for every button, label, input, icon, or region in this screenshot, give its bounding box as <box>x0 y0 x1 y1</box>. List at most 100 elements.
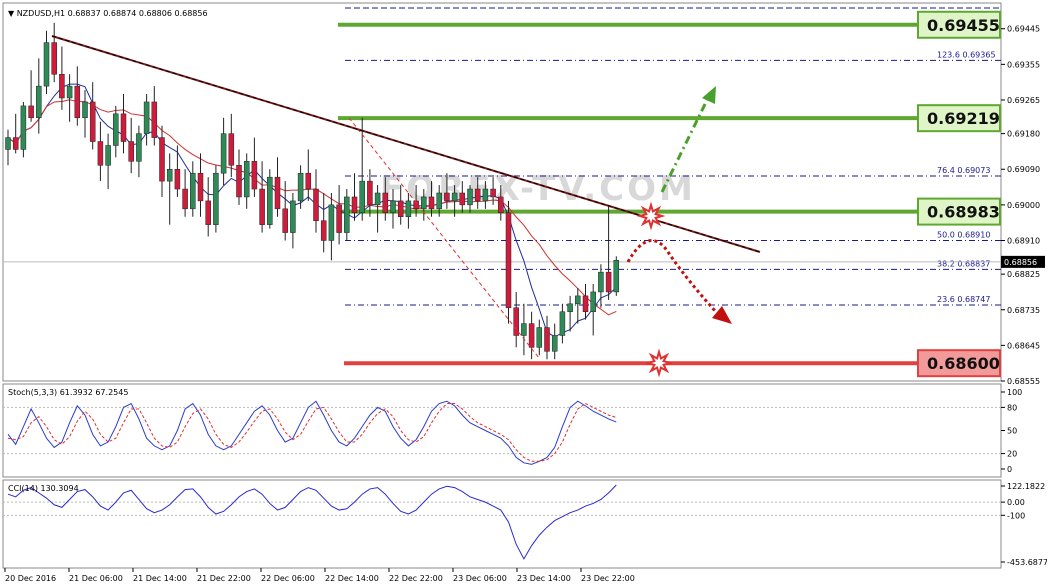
stoch-title: Stoch(5,3,3) 61.3932 67.2545 <box>8 388 128 397</box>
candle-body <box>190 172 196 210</box>
candle-body <box>205 200 211 225</box>
candle-body <box>498 196 504 214</box>
candle <box>505 200 512 324</box>
candle-body <box>320 220 327 241</box>
x-tick-label: 22 Dec 06:00 <box>261 574 315 583</box>
candle-body <box>521 323 527 336</box>
x-tick-label: 21 Dec 06:00 <box>69 574 123 583</box>
price-tick-label: 0.68735 <box>1007 306 1040 315</box>
candle-body <box>166 168 173 182</box>
candle-body <box>575 295 581 305</box>
candle-body <box>428 196 435 210</box>
candle-body <box>421 196 427 210</box>
cci-tick-label: -453.6877 <box>1007 558 1047 567</box>
current-price-label: 0.68856 <box>1004 258 1037 267</box>
price-tick-label: 0.69445 <box>1007 25 1040 34</box>
price-tick-label: 0.68825 <box>1007 270 1040 279</box>
stoch-tick-label: 20 <box>1007 450 1017 459</box>
burst-marker-support <box>644 348 674 378</box>
stoch-tick-label: 50 <box>1007 427 1017 436</box>
candle <box>213 165 219 233</box>
candle-body <box>128 141 134 162</box>
candle-body <box>36 85 42 119</box>
fib-label: 50.0 0.68910 <box>937 230 990 239</box>
price-tick-label: 0.68555 <box>1007 377 1040 386</box>
candle-body <box>544 327 550 352</box>
candle-body <box>89 101 96 142</box>
stoch-tick-label: 80 <box>1007 403 1017 412</box>
price-tick-label: 0.69000 <box>1007 201 1040 210</box>
candle-body <box>351 196 358 214</box>
candle-body <box>590 291 596 312</box>
candle-body <box>182 188 188 210</box>
candle-body <box>390 200 396 214</box>
price-tick-label: 0.68645 <box>1007 341 1040 350</box>
candle-body <box>336 204 342 233</box>
candle-body <box>259 188 265 225</box>
fib-label: 23.6 0.68747 <box>937 295 990 304</box>
level-label-0.68600: 0.68600 <box>927 354 1000 373</box>
x-tick-label: 21 Dec 22:00 <box>197 574 251 583</box>
candle-body <box>344 196 350 233</box>
candle-body <box>444 192 450 202</box>
x-tick-label: 22 Dec 14:00 <box>325 574 379 583</box>
level-label-0.69455: 0.69455 <box>927 16 1000 35</box>
stoch-panel-frame <box>2 383 1002 478</box>
candle-body <box>197 172 204 202</box>
level-label-0.69219: 0.69219 <box>927 109 1000 128</box>
candle-body <box>243 161 250 198</box>
candle-body <box>74 85 81 119</box>
candle-body <box>105 145 111 166</box>
cci-tick-label: 0.00 <box>1007 498 1025 507</box>
candle-body <box>313 188 319 221</box>
x-tick-label: 20 Dec 2016 <box>5 574 56 583</box>
candle-body <box>490 188 496 198</box>
candle-body <box>482 188 489 202</box>
price-tick-label: 0.69090 <box>1007 165 1040 174</box>
x-tick-label: 23 Dec 22:00 <box>581 574 635 583</box>
x-tick-label: 23 Dec 06:00 <box>453 574 507 583</box>
candle-body <box>467 188 473 206</box>
candle-body <box>151 101 158 138</box>
candle-body <box>559 311 566 336</box>
candle-body <box>459 192 466 206</box>
candle-body <box>382 192 389 214</box>
candle-body <box>536 327 543 348</box>
candle-body <box>582 295 589 312</box>
candle-body <box>120 113 127 142</box>
candle-body <box>405 200 412 217</box>
candle-body <box>282 208 288 233</box>
chart-header: ▼ NZDUSD,H1 0.68837 0.68874 0.68806 0.68… <box>8 9 208 18</box>
candle-body <box>367 180 373 206</box>
candle-body <box>551 335 558 352</box>
forex-chart[interactable]: FOREX-TV.COM 0.69445 0.69355 0.69265 0.69180… <box>0 0 1047 588</box>
stoch-tick-label: 100 <box>1007 388 1022 397</box>
x-tick-label: 21 Dec 14:00 <box>133 574 187 583</box>
x-tick-label: 22 Dec 22:00 <box>389 574 443 583</box>
price-tick-label: 0.69355 <box>1007 60 1040 69</box>
candle <box>344 189 350 241</box>
candle-body <box>251 161 258 190</box>
candle-body <box>174 168 181 190</box>
x-tick-label: 23 Dec 14:00 <box>517 574 571 583</box>
candle-body <box>20 105 27 150</box>
candle-body <box>505 212 512 309</box>
candle-body <box>451 192 458 202</box>
candle-body <box>97 141 104 166</box>
candle-body <box>397 200 404 217</box>
candle-body <box>59 73 65 99</box>
candle-body <box>290 200 296 233</box>
candle-body <box>51 42 57 75</box>
burst-marker-resistance <box>636 201 666 231</box>
stoch-tick-label: 0 <box>1007 465 1012 474</box>
candle <box>20 101 27 158</box>
candle-body <box>66 85 73 99</box>
candle <box>267 169 273 229</box>
candle-body <box>328 204 335 241</box>
candle-body <box>159 137 165 182</box>
fib-label: 76.4 0.69073 <box>937 166 990 175</box>
cci-tick-label: -100 <box>1007 511 1025 520</box>
candle-body <box>359 180 365 214</box>
candle-body <box>12 137 19 150</box>
candle-body <box>43 42 50 87</box>
